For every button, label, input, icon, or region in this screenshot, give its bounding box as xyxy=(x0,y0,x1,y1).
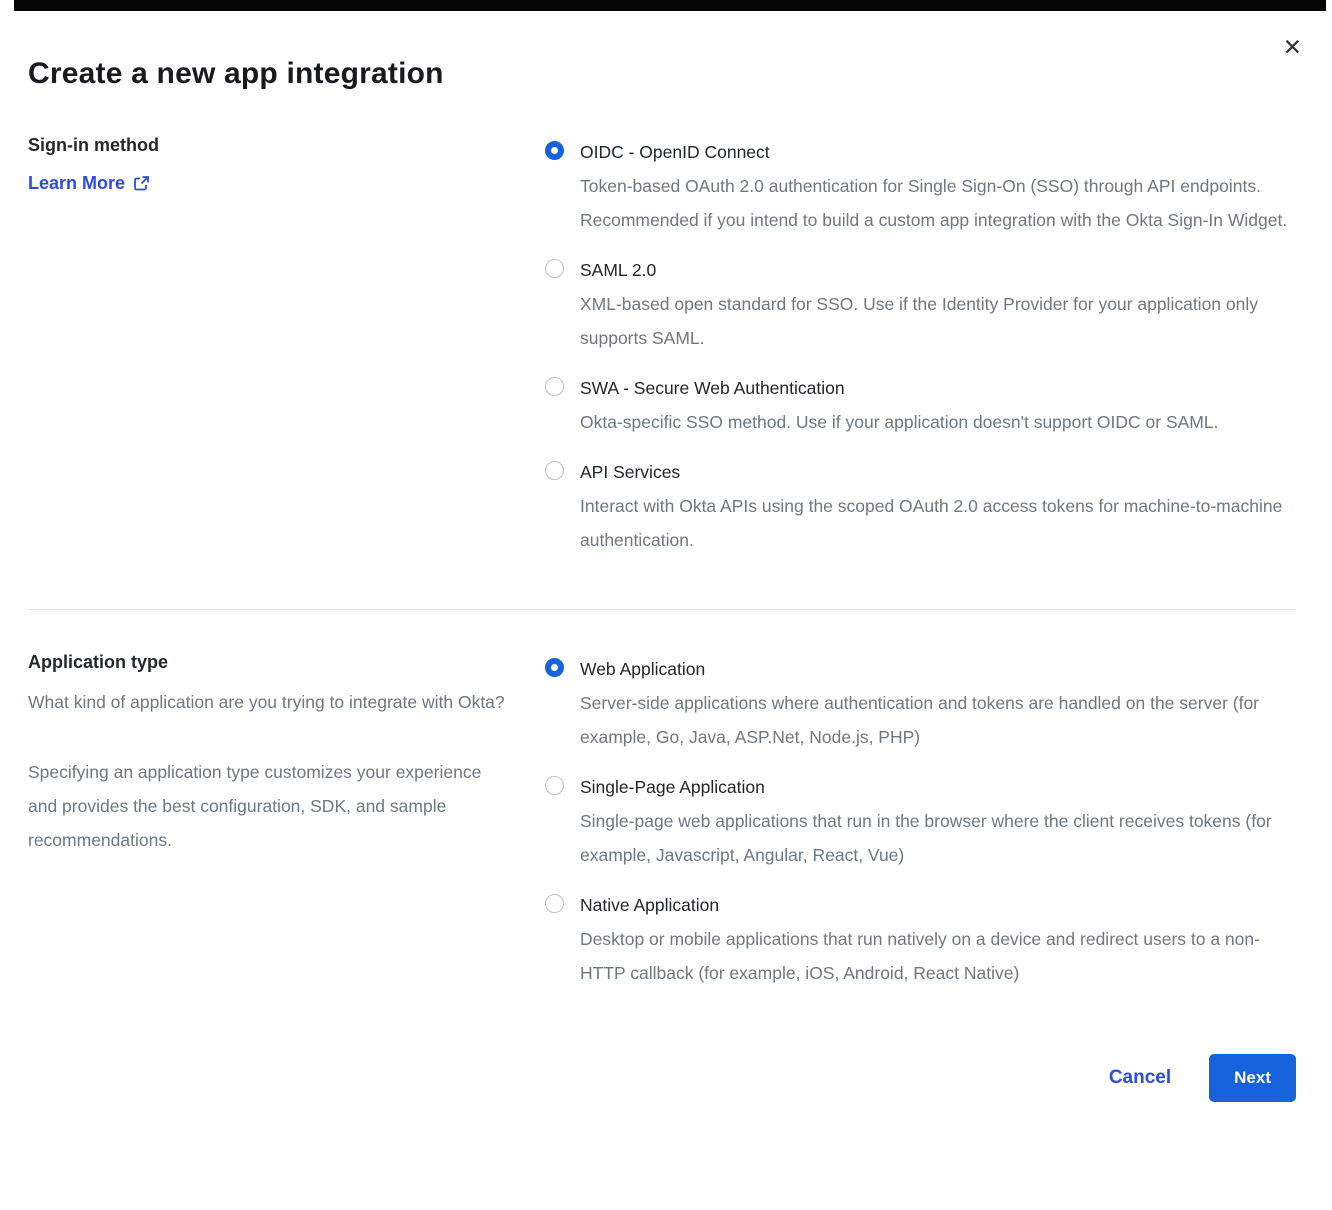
radio-option-oidc[interactable]: OIDC - OpenID Connect Token-based OAuth … xyxy=(545,135,1296,237)
signin-method-section: Sign-in method Learn More OIDC - OpenID … xyxy=(28,135,1296,573)
option-label: Native Application xyxy=(580,888,1296,922)
application-type-question: What kind of application are you trying … xyxy=(28,685,506,719)
learn-more-link[interactable]: Learn More xyxy=(28,173,150,194)
option-description: Desktop or mobile applications that run … xyxy=(580,922,1296,990)
application-type-help-text: Specifying an application type customize… xyxy=(28,755,506,857)
next-button[interactable]: Next xyxy=(1209,1054,1296,1102)
top-black-bar xyxy=(14,0,1326,11)
application-type-section: Application type What kind of applicatio… xyxy=(28,652,1296,1006)
signin-method-label: Sign-in method xyxy=(28,135,533,156)
option-description: Single-page web applications that run in… xyxy=(580,804,1296,872)
signin-method-left-column: Sign-in method Learn More xyxy=(28,135,533,573)
option-label: API Services xyxy=(580,455,1296,489)
radio-unselected-icon[interactable] xyxy=(545,461,564,480)
radio-option-api-services[interactable]: API Services Interact with Okta APIs usi… xyxy=(545,455,1296,557)
application-type-label: Application type xyxy=(28,652,533,673)
radio-selected-icon[interactable] xyxy=(545,141,564,160)
application-type-left-column: Application type What kind of applicatio… xyxy=(28,652,533,1006)
close-icon[interactable]: ✕ xyxy=(1283,36,1302,59)
radio-option-single-page-application[interactable]: Single-Page Application Single-page web … xyxy=(545,770,1296,872)
section-divider xyxy=(28,609,1296,610)
option-label: Web Application xyxy=(580,652,1296,686)
option-description: Server-side applications where authentic… xyxy=(580,686,1296,754)
option-label: SAML 2.0 xyxy=(580,253,1296,287)
option-label: OIDC - OpenID Connect xyxy=(580,135,1296,169)
cancel-button[interactable]: Cancel xyxy=(1109,1067,1171,1089)
radio-unselected-icon[interactable] xyxy=(545,894,564,913)
radio-option-web-application[interactable]: Web Application Server-side applications… xyxy=(545,652,1296,754)
option-description: XML-based open standard for SSO. Use if … xyxy=(580,287,1296,355)
radio-selected-icon[interactable] xyxy=(545,658,564,677)
radio-unselected-icon[interactable] xyxy=(545,259,564,278)
create-app-integration-dialog: Create a new app integration Sign-in met… xyxy=(0,57,1332,1142)
learn-more-label: Learn More xyxy=(28,173,125,194)
page-title: Create a new app integration xyxy=(28,57,1296,91)
radio-option-swa[interactable]: SWA - Secure Web Authentication Okta-spe… xyxy=(545,371,1296,439)
radio-unselected-icon[interactable] xyxy=(545,377,564,396)
dialog-footer: Cancel Next xyxy=(28,1054,1296,1142)
option-description: Token-based OAuth 2.0 authentication for… xyxy=(580,169,1296,237)
signin-method-options: OIDC - OpenID Connect Token-based OAuth … xyxy=(545,135,1296,573)
radio-option-native-application[interactable]: Native Application Desktop or mobile app… xyxy=(545,888,1296,990)
option-label: Single-Page Application xyxy=(580,770,1296,804)
option-description: Okta-specific SSO method. Use if your ap… xyxy=(580,405,1218,439)
radio-option-saml[interactable]: SAML 2.0 XML-based open standard for SSO… xyxy=(545,253,1296,355)
radio-unselected-icon[interactable] xyxy=(545,776,564,795)
application-type-options: Web Application Server-side applications… xyxy=(545,652,1296,1006)
option-label: SWA - Secure Web Authentication xyxy=(580,371,1218,405)
option-description: Interact with Okta APIs using the scoped… xyxy=(580,489,1296,557)
external-link-icon xyxy=(133,175,150,192)
